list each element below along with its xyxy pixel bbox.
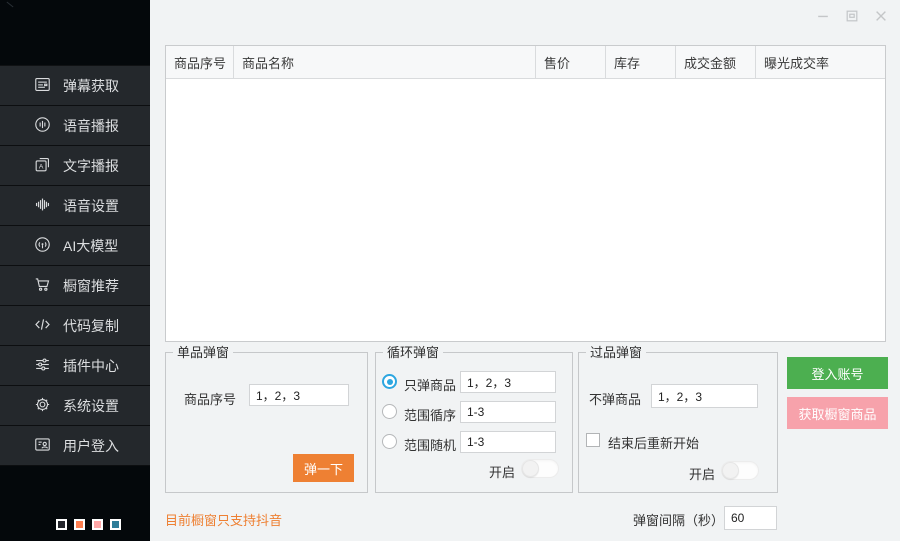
single-popup-panel: 单品弹窗 商品序号 弹一下 [165,352,368,493]
loop-popup-title: 循环弹窗 [383,345,443,360]
sidebar-item-system-settings[interactable]: 系统设置 [0,386,150,426]
col-header-exposure-rate: 曝光成交率 [756,46,885,78]
theme-swatch-dark[interactable] [56,519,67,530]
single-popup-title: 单品弹窗 [173,345,233,360]
equalizer-icon [33,195,52,217]
fetch-showcase-products-button[interactable]: 获取橱窗商品 [787,397,888,429]
sidebar-item-label: 文字播报 [63,156,119,176]
no-pop-products-input[interactable] [651,384,758,408]
theme-swatch-orange[interactable] [74,519,85,530]
sidebar-item-label: 语音播报 [63,116,119,136]
table-header-row: 商品序号 商品名称 售价 库存 成交金额 曝光成交率 [166,46,885,79]
col-header-price: 售价 [536,46,606,78]
status-text: 目前橱窗只支持抖音 [165,510,282,529]
sidebar-item-text-broadcast[interactable]: A 文字播报 [0,146,150,186]
sidebar-item-label: 橱窗推荐 [63,276,119,296]
user-card-icon [33,435,52,457]
sidebar-item-voice-settings[interactable]: 语音设置 [0,186,150,226]
table-body [166,79,885,341]
sidebar: 弹幕获取 语音播报 A 文字播报 语音设置 AI大模型 橱窗推荐 [0,0,150,541]
text-broadcast-icon: A [33,155,52,177]
toggle-knob [522,460,539,477]
loop-popup-panel: 循环弹窗 只弹商品 范围循序 范围随机 开启 [375,352,573,493]
no-pop-products-label: 不弹商品 [589,389,641,408]
sidebar-item-voice-broadcast[interactable]: 语音播报 [0,106,150,146]
restart-checkbox-label: 结束后重新开始 [608,433,699,452]
sliders-icon [33,355,52,377]
product-table: 商品序号 商品名称 售价 库存 成交金额 曝光成交率 [165,45,886,342]
col-header-deal-amount: 成交金额 [676,46,756,78]
cart-icon [33,275,52,297]
broadcast-icon [33,235,52,257]
gear-icon [33,395,52,417]
radio-range-random-label: 范围随机 [404,435,456,454]
sidebar-item-user-login[interactable]: 用户登入 [0,426,150,466]
col-header-product-index: 商品序号 [166,46,234,78]
pop-once-button[interactable]: 弹一下 [293,454,354,482]
skip-toggle-label: 开启 [689,464,715,483]
radio-only-products[interactable] [382,374,397,389]
popup-interval-label: 弹窗间隔（秒） [633,510,724,529]
login-account-button[interactable]: 登入账号 [787,357,888,389]
code-icon [33,315,52,337]
radio-range-random[interactable] [382,434,397,449]
theme-swatches [56,519,121,530]
only-products-input[interactable] [460,371,556,393]
app-window: 弹幕获取 语音播报 A 文字播报 语音设置 AI大模型 橱窗推荐 [0,0,900,541]
skip-enable-toggle[interactable] [721,461,759,480]
danmaku-icon [33,75,52,97]
sidebar-item-label: AI大模型 [63,236,118,256]
sidebar-item-label: 代码复制 [63,316,119,336]
window-controls [814,7,890,25]
col-header-product-name: 商品名称 [234,46,536,78]
radio-only-products-label: 只弹商品 [404,375,456,394]
col-header-stock: 库存 [606,46,676,78]
sidebar-item-plugin-center[interactable]: 插件中心 [0,346,150,386]
product-index-input[interactable] [249,384,349,406]
corner-mark [7,2,14,8]
svg-text:A: A [39,163,44,170]
skip-popup-title: 过品弹窗 [586,345,646,360]
product-index-label: 商品序号 [184,389,236,408]
theme-swatch-pink[interactable] [92,519,103,530]
toggle-knob [722,462,739,479]
voice-broadcast-icon [33,115,52,137]
close-icon[interactable] [872,7,890,25]
sidebar-item-code-copy[interactable]: 代码复制 [0,306,150,346]
sidebar-item-label: 语音设置 [63,196,119,216]
range-sequence-input[interactable] [460,401,556,423]
loop-enable-toggle[interactable] [521,459,559,478]
range-random-input[interactable] [460,431,556,453]
sidebar-item-showcase-recommend[interactable]: 橱窗推荐 [0,266,150,306]
skip-popup-panel: 过品弹窗 不弹商品 结束后重新开始 开启 [578,352,778,493]
theme-swatch-teal[interactable] [110,519,121,530]
sidebar-item-label: 插件中心 [63,356,119,376]
sidebar-item-label: 系统设置 [63,396,119,416]
maximize-icon[interactable] [843,7,861,25]
sidebar-item-danmaku-capture[interactable]: 弹幕获取 [0,66,150,106]
radio-range-sequence-label: 范围循序 [404,405,456,424]
restart-checkbox[interactable] [586,433,600,447]
sidebar-item-label: 弹幕获取 [63,76,119,96]
radio-range-sequence[interactable] [382,404,397,419]
popup-interval-input[interactable] [724,506,777,530]
sidebar-menu: 弹幕获取 语音播报 A 文字播报 语音设置 AI大模型 橱窗推荐 [0,65,150,466]
sidebar-item-ai-model[interactable]: AI大模型 [0,226,150,266]
sidebar-item-label: 用户登入 [63,436,119,456]
loop-toggle-label: 开启 [489,462,515,481]
minimize-icon[interactable] [814,7,832,25]
